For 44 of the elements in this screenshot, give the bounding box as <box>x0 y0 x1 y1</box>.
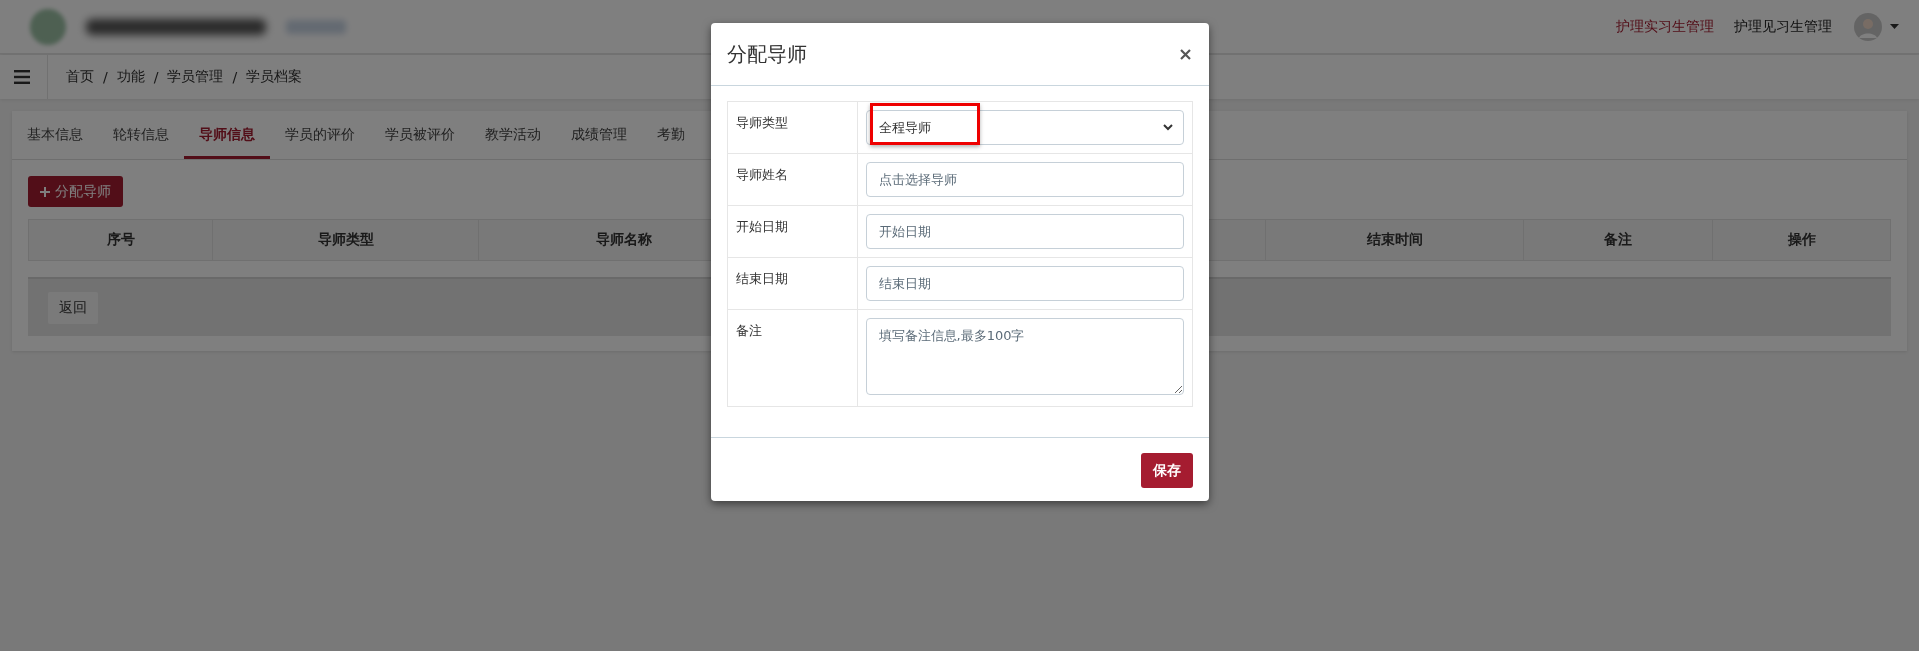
tab[interactable]: 轮转信息 <box>98 111 184 159</box>
tab[interactable]: 导师信息 <box>184 111 270 159</box>
tab[interactable]: 基本信息 <box>12 111 98 159</box>
breadcrumb-link[interactable]: 学员档案 <box>246 68 303 86</box>
column-header: 导师类型 <box>213 220 479 260</box>
save-button[interactable]: 保存 <box>1140 453 1193 488</box>
breadcrumb-link[interactable]: 功能 <box>116 68 145 86</box>
input-field[interactable]: 开始日期 <box>865 214 1184 249</box>
breadcrumb-separator: / <box>103 69 108 85</box>
tutor-type-select[interactable]: 全程导师 <box>865 110 1184 145</box>
field-label: 导师类型 <box>727 101 857 154</box>
dialog-title: 分配导师 <box>726 40 807 68</box>
field-label: 导师姓名 <box>727 153 857 206</box>
breadcrumb-separator: / <box>153 69 159 85</box>
notes-field[interactable]: 填写备注信息,最多100字 <box>865 318 1184 395</box>
caret-icon[interactable] <box>1890 24 1899 29</box>
nav-link[interactable]: 护理见习生管理 <box>1734 17 1832 36</box>
chevron-down-icon <box>1162 124 1173 131</box>
column-header: 备注 <box>1524 220 1713 260</box>
nav-link[interactable]: 护理实习生管理 <box>1616 17 1714 36</box>
tab[interactable]: 教学活动 <box>470 111 556 159</box>
tab[interactable]: 成绩管理 <box>556 111 642 159</box>
breadcrumb-link[interactable]: 学员管理 <box>167 68 224 86</box>
input-field[interactable]: 点击选择导师 <box>865 162 1184 197</box>
assign-tutor-button[interactable]: 分配导师 <box>28 176 123 207</box>
column-header: 结束时间 <box>1266 220 1524 260</box>
select-value: 全程导师 <box>878 118 931 137</box>
tab[interactable]: 考勤 <box>642 111 700 159</box>
redacted-badge <box>286 19 346 34</box>
logo-icon <box>30 8 66 45</box>
plus-icon <box>40 186 50 197</box>
field-label: 备注 <box>727 309 857 407</box>
tab[interactable]: 学员被评价 <box>370 111 470 159</box>
field-label: 开始日期 <box>727 205 857 258</box>
input-field[interactable]: 结束日期 <box>865 266 1184 301</box>
close-icon[interactable] <box>1179 48 1191 60</box>
column-header: 序号 <box>29 220 213 260</box>
breadcrumb-separator: / <box>232 69 238 85</box>
column-header: 操作 <box>1786 230 1817 249</box>
field-label: 结束日期 <box>727 257 857 310</box>
menu-icon[interactable] <box>14 70 30 84</box>
tab[interactable]: 学员的评价 <box>270 111 370 159</box>
back-button[interactable]: 返回 <box>48 291 98 324</box>
breadcrumb-link[interactable]: 首页 <box>66 68 94 86</box>
